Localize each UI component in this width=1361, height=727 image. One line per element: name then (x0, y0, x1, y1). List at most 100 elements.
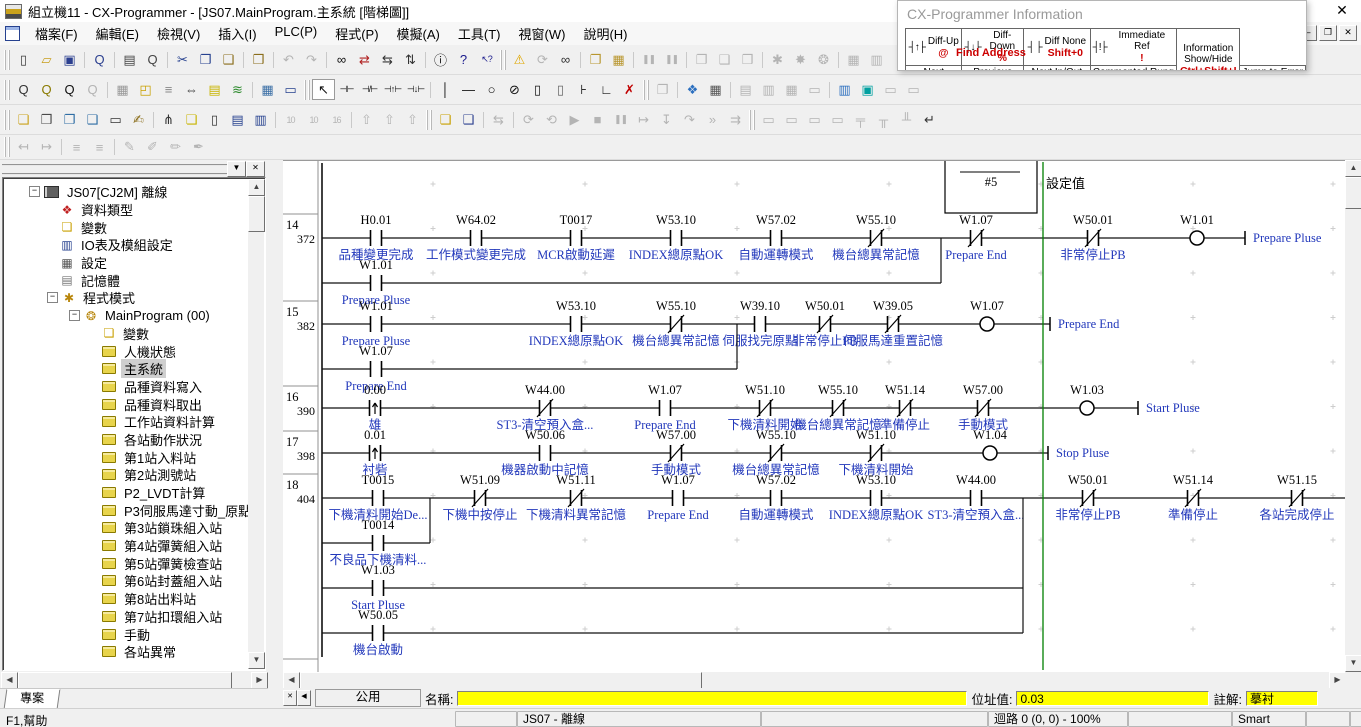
io-link-icon[interactable]: ⇔ (180, 79, 203, 100)
tree-item[interactable]: ▥IO表及模組設定 (3, 236, 265, 254)
view-diagram-icon[interactable]: ❑ (81, 109, 104, 130)
tree-item[interactable]: 各站異常 (3, 643, 265, 661)
scroll-left-icon[interactable]: ◀ (1, 672, 18, 689)
force-clear-icon[interactable]: ╨ (895, 109, 918, 130)
tree-item-label-selected[interactable]: 主系統 (121, 359, 166, 378)
toolbar-grip[interactable] (4, 80, 10, 100)
monitor-window2-icon[interactable]: ▥ (865, 49, 888, 70)
scroll-up-icon[interactable]: ▲ (248, 179, 265, 196)
zoom-in-icon[interactable]: Q (12, 79, 35, 100)
branch-icon[interactable]: ⊦ (572, 79, 595, 100)
output-window-icon[interactable]: ▤ (226, 109, 249, 130)
tree-item[interactable]: −❂MainProgram (00) (3, 307, 265, 325)
menu-item[interactable]: PLC(P) (266, 21, 327, 46)
decimal-icon[interactable]: 10 (279, 109, 302, 130)
compare-plc-icon[interactable]: ⇆ (487, 109, 510, 130)
coil[interactable] (983, 446, 997, 460)
tree-item[interactable]: 第6站封蓋組入站 (3, 572, 265, 590)
ladder-vertical-scrollbar[interactable]: ▲ ▼ (1345, 160, 1361, 672)
tree-item-label[interactable]: 品種資料寫入 (121, 377, 205, 396)
tree-item[interactable]: 第3站鎖珠組入站 (3, 519, 265, 537)
signed-decimal-icon[interactable]: 10 (302, 109, 325, 130)
program-tree-icon[interactable]: ≋ (226, 79, 249, 100)
address-tool-icon[interactable]: ▥ (833, 79, 856, 100)
tree-item-label[interactable]: 品種資料取出 (121, 395, 205, 414)
menu-item[interactable]: 程式(P) (326, 21, 387, 46)
tree-item[interactable]: −✱程式模式 (3, 289, 265, 307)
watch2-icon[interactable]: ▭ (902, 79, 925, 100)
tree-item[interactable]: 第8站出料站 (3, 590, 265, 608)
ladder-horizontal-scrollbar[interactable]: ◀ ▶ (283, 672, 1345, 688)
transfer-from-plc-icon[interactable]: ❑ (457, 109, 480, 130)
view-symbols-icon[interactable]: ❐ (58, 109, 81, 130)
tree-item-label[interactable]: IO表及模組設定 (78, 235, 176, 254)
address-value-field[interactable]: 0.03 (1016, 691, 1209, 706)
outdent-icon[interactable]: ↤ (12, 137, 35, 158)
scroll-down-icon[interactable]: ▼ (248, 652, 265, 669)
print-icon[interactable]: ▤ (118, 49, 141, 70)
search-all-icon[interactable]: ⇆ (376, 49, 399, 70)
smart-input-icon[interactable]: ▦ (256, 79, 279, 100)
tree-item[interactable]: ▦設定 (3, 254, 265, 272)
scroll-down-icon[interactable]: ▼ (1345, 655, 1361, 672)
scroll-right-icon[interactable]: ▶ (1329, 672, 1346, 689)
close-window-button[interactable]: ✕ (1331, 1, 1353, 20)
tree-item-label[interactable]: 第5站彈簧檢查站 (121, 554, 225, 573)
edit-mark1-icon[interactable]: ✎ (118, 137, 141, 158)
scroll-right-icon[interactable]: ▶ (251, 672, 268, 689)
toolbar-grip[interactable] (304, 80, 310, 100)
set-value-icon[interactable]: ▭ (803, 79, 826, 100)
view-sections-icon[interactable]: ❏ (12, 109, 35, 130)
tree-expander-icon[interactable]: − (29, 186, 40, 197)
delete-segment-icon[interactable]: ✗ (618, 79, 641, 100)
find-report-icon[interactable]: Q (88, 49, 111, 70)
tree-item[interactable]: 品種資料寫入 (3, 378, 265, 396)
mdi-restore-icon[interactable]: ❐ (1319, 25, 1337, 41)
online-user3-icon[interactable]: ❂ (812, 49, 835, 70)
tree-item[interactable]: 主系統 (3, 360, 265, 378)
ladder-hscroll-thumb[interactable] (300, 672, 702, 689)
coil[interactable] (980, 317, 994, 331)
local-symbols-icon[interactable]: ❏ (180, 109, 203, 130)
io-comment-view-icon[interactable]: ▯ (203, 109, 226, 130)
tree-item[interactable]: 手動 (3, 625, 265, 643)
pause-mode-icon[interactable]: ❚❚ (609, 109, 632, 130)
tree-item-label[interactable]: JS07[CJ2M] 離線 (64, 182, 170, 201)
tree-item-label[interactable]: 變數 (78, 218, 110, 237)
force-cancel-icon[interactable]: ▦ (780, 79, 803, 100)
step-over-icon[interactable]: ↷ (678, 109, 701, 130)
compile-all-icon[interactable]: ⟳ (531, 49, 554, 70)
tree-item-label[interactable]: 第7站扣環組入站 (121, 607, 225, 626)
symbol-bar-close-button[interactable]: ✕ (283, 690, 297, 706)
align-list-icon[interactable]: ≡ (65, 137, 88, 158)
tree-item-label[interactable]: 變數 (120, 324, 152, 343)
vertical-line-icon[interactable]: │ (434, 79, 457, 100)
tree-item[interactable]: 第5站彈簧檢查站 (3, 554, 265, 572)
transfer-warning-icon[interactable]: ❐ (584, 49, 607, 70)
monitor-mode-icon[interactable]: ⟲ (540, 109, 563, 130)
select-cursor-icon[interactable]: ↖ (312, 79, 335, 100)
step-in-icon[interactable]: ↧ (655, 109, 678, 130)
zoom-window-icon[interactable]: ▭ (104, 109, 127, 130)
tree-item-label[interactable]: 各站動作狀況 (121, 430, 205, 449)
tree-item[interactable]: P2_LVDT計算 (3, 484, 265, 502)
symbol-bar-collapse-icon[interactable]: ◀ (297, 690, 311, 706)
workspace-dropdown-button[interactable]: ▼ (227, 161, 246, 177)
online-user2-icon[interactable]: ✸ (789, 49, 812, 70)
online-edit4-icon[interactable]: ▭ (826, 109, 849, 130)
io-monitor-icon[interactable]: ▣ (856, 79, 879, 100)
tree-item-label[interactable]: P2_LVDT計算 (121, 483, 208, 502)
view-mnemonic-icon[interactable]: ❒ (35, 109, 58, 130)
contact-nc-icon[interactable]: ⊣/⊢ (358, 79, 381, 100)
compile-icon[interactable]: ⚠ (508, 49, 531, 70)
rung-wrap-icon[interactable]: ▤ (203, 79, 226, 100)
online-edit-warning-icon[interactable]: ▦ (607, 49, 630, 70)
menu-item[interactable]: 模擬(A) (388, 21, 449, 46)
ladder-vscroll-thumb[interactable] (1345, 177, 1361, 209)
context-help-icon[interactable]: ↖? (475, 49, 498, 70)
copy-icon[interactable]: ❐ (194, 49, 217, 70)
mdi-close-icon[interactable]: ✕ (1339, 25, 1357, 41)
workspace-close-button[interactable]: ✕ (246, 161, 265, 177)
tree-item[interactable]: 第1站入料站 (3, 448, 265, 466)
edit-mark3-icon[interactable]: ✏ (164, 137, 187, 158)
